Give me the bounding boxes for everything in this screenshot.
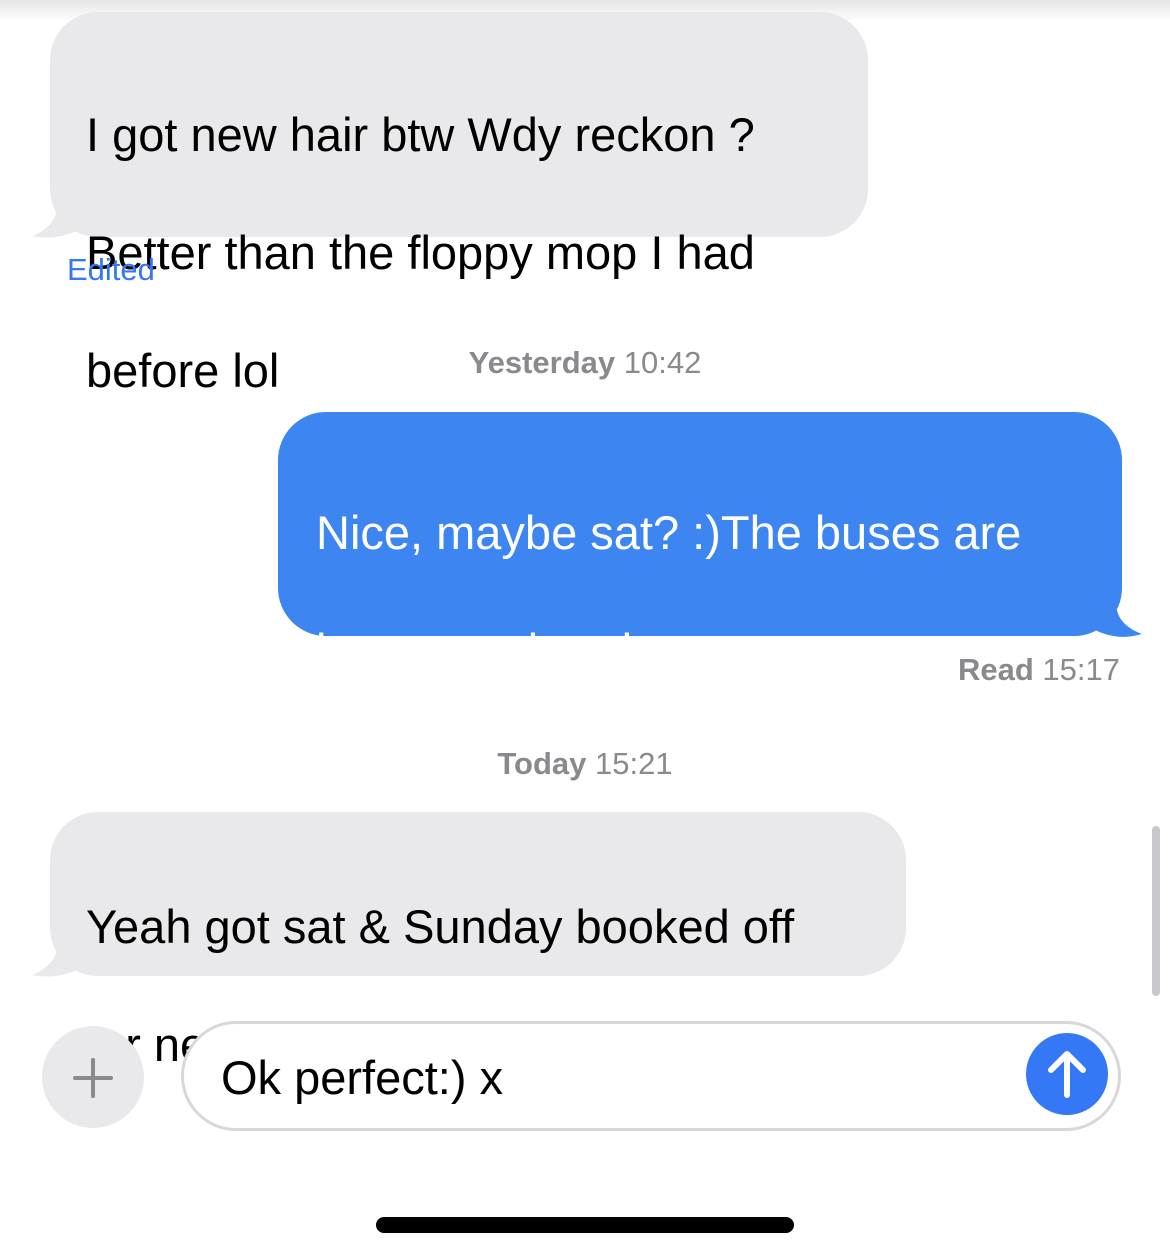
message-text-line: Nice, maybe sat? :)The buses are	[316, 506, 1022, 559]
arrow-up-icon	[1048, 1051, 1086, 1098]
message-text-line: I got new hair btw Wdy reckon ?	[86, 108, 755, 161]
add-attachment-button[interactable]	[42, 1026, 144, 1128]
timestamp-divider: Yesterday 10:42	[0, 345, 1170, 381]
timestamp-time: 15:21	[595, 746, 673, 781]
message-bubble-received[interactable]: I got new hair btw Wdy reckon ? Better t…	[50, 12, 868, 397]
read-receipt-label: Read	[957, 652, 1034, 687]
home-indicator[interactable]	[376, 1217, 794, 1233]
send-button[interactable]	[1026, 1033, 1108, 1115]
timestamp-divider: Today 15:21	[0, 746, 1170, 782]
timestamp-time: 10:42	[623, 345, 702, 380]
message-input[interactable]: Ok perfect:) x	[181, 1021, 1121, 1131]
message-bubble-sent[interactable]: Nice, maybe sat? :)The buses are better …	[278, 412, 1122, 795]
message-input-text: Ok perfect:) x	[221, 1051, 504, 1104]
read-receipt-time: 15:17	[1042, 652, 1120, 687]
read-receipt: Read 15:17	[958, 652, 1120, 688]
message-text-line: Better than the floppy mop I had	[86, 226, 755, 279]
timestamp-day: Today	[497, 746, 587, 781]
message-text-line: Yeah got sat & Sunday booked off	[86, 900, 795, 953]
timestamp-day: Yesterday	[468, 345, 616, 380]
message-bubble-received[interactable]: Yeah got sat & Sunday booked off for nex…	[50, 812, 906, 1071]
scrollbar[interactable]	[1152, 826, 1160, 996]
edited-label[interactable]: Edited	[67, 252, 155, 288]
